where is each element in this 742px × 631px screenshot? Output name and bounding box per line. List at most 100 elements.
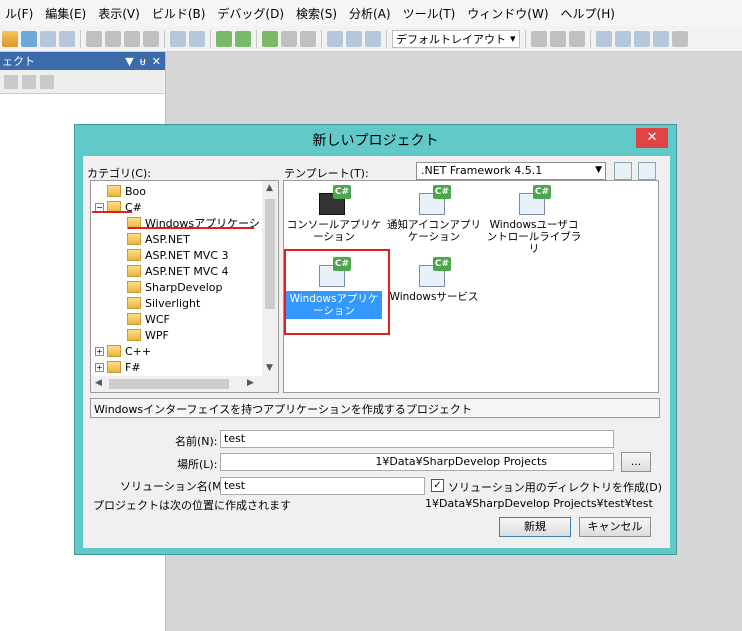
new-project-dialog: 新しいプロジェクト ✕ カテゴリ(C): テンプレート(T): .NET Fra… — [74, 124, 677, 555]
paste-icon[interactable] — [124, 30, 140, 47]
dialog-title: 新しいプロジェクト — [312, 133, 439, 149]
tree-item-silverlight[interactable]: Silverlight — [127, 295, 200, 311]
uncomment-icon[interactable] — [549, 30, 566, 47]
toolbar-separator — [80, 29, 81, 48]
expand-expander-icon[interactable]: + — [95, 346, 104, 356]
user-control-library-icon: C# — [519, 185, 551, 215]
bookmark-prev-icon[interactable] — [633, 30, 650, 47]
scroll-thumb[interactable] — [265, 199, 275, 309]
menu-search[interactable]: 検索(S) — [291, 5, 344, 22]
cancel-button[interactable]: キャンセル — [579, 517, 651, 537]
refresh-icon[interactable] — [22, 74, 36, 89]
toolbar-separator — [386, 29, 387, 48]
panel-toolbar — [0, 70, 165, 94]
template-console-application[interactable]: C# コンソールアプリケーション — [286, 185, 382, 243]
template-notify-icon-application[interactable]: C# 通知アイコンアプリケーション — [386, 185, 482, 243]
scroll-thumb[interactable] — [109, 379, 229, 389]
tree-item-label: C++ — [125, 344, 152, 358]
create-directory-checkbox[interactable]: ✓ — [431, 479, 444, 492]
template-description: Windowsインターフェイスを持つアプリケーションを作成するプロジェクト — [90, 398, 660, 418]
menu-build[interactable]: ビルド(B) — [147, 5, 213, 22]
large-icons-view-button[interactable] — [614, 162, 632, 180]
close-icon[interactable]: ✕ — [152, 55, 161, 68]
browse-button[interactable]: ... — [621, 452, 651, 472]
tree-item-aspnet-mvc4[interactable]: ASP.NET MVC 4 — [127, 263, 229, 279]
dialog-close-button[interactable]: ✕ — [636, 128, 668, 148]
tree-item-aspnet-mvc3[interactable]: ASP.NET MVC 3 — [127, 247, 229, 263]
solution-name-input[interactable]: test — [220, 477, 425, 495]
find-icon[interactable] — [671, 30, 688, 47]
framework-select-value: .NET Framework 4.5.1 — [421, 164, 543, 177]
new-button[interactable]: 新規 — [499, 517, 571, 537]
menu-tools[interactable]: ツール(T) — [398, 5, 463, 22]
menu-help[interactable]: ヘルプ(H) — [556, 5, 622, 22]
folder-icon — [127, 233, 141, 245]
pin-icon[interactable]: ᵾ — [140, 55, 146, 68]
toolbar-separator — [210, 29, 211, 48]
project-path-label: プロジェクトは次の位置に作成されます — [93, 499, 291, 512]
delete-icon[interactable] — [143, 30, 159, 47]
tree-item-label: WCF — [145, 312, 170, 326]
bookmark-next-icon[interactable] — [652, 30, 669, 47]
scroll-left-icon[interactable]: ◀ — [95, 378, 102, 388]
menu-file[interactable]: ル(F) — [0, 5, 40, 22]
new-file-icon[interactable] — [21, 30, 37, 47]
save-icon[interactable] — [40, 30, 56, 47]
menu-view[interactable]: 表示(V) — [93, 5, 147, 22]
redo-icon[interactable] — [189, 30, 205, 47]
scroll-down-icon[interactable]: ▼ — [266, 363, 273, 373]
undo-icon[interactable] — [170, 30, 186, 47]
menu-analyze[interactable]: 分析(A) — [344, 5, 398, 22]
menu-debug[interactable]: デバッグ(D) — [212, 5, 291, 22]
open-icon[interactable] — [2, 30, 18, 47]
run-icon[interactable] — [262, 30, 278, 47]
run-without-debug-icon[interactable] — [281, 30, 297, 47]
expand-expander-icon[interactable]: + — [95, 362, 104, 372]
tree-vertical-scrollbar[interactable]: ▲ ▼ — [262, 181, 278, 377]
collapse-icon[interactable] — [40, 74, 54, 89]
template-label: コンソールアプリケーション — [286, 219, 382, 243]
location-input[interactable]: 1¥Data¥SharpDevelop Projects — [220, 453, 614, 471]
name-input[interactable]: test — [220, 430, 614, 448]
tree-horizontal-scrollbar[interactable]: ◀ ▶ — [91, 376, 278, 392]
panel-dropdown-icon[interactable]: ▼ — [125, 55, 133, 68]
dialog-body: カテゴリ(C): テンプレート(T): .NET Framework 4.5.1… — [83, 156, 670, 548]
indent-icon[interactable] — [568, 30, 585, 47]
scroll-up-icon[interactable]: ▲ — [266, 183, 273, 193]
tree-item-aspnet[interactable]: ASP.NET — [127, 231, 190, 247]
tree-item-cpp[interactable]: + C++ — [95, 343, 151, 359]
tree-item-boo[interactable]: Boo — [107, 183, 146, 199]
bookmark-icon[interactable] — [614, 30, 631, 47]
tree-item-label: ASP.NET MVC 4 — [145, 264, 229, 278]
save-all-icon[interactable] — [59, 30, 75, 47]
tree-item-sharpdevelop[interactable]: SharpDevelop — [127, 279, 222, 295]
step-out-icon[interactable] — [365, 30, 381, 47]
scroll-right-icon[interactable]: ▶ — [247, 378, 254, 388]
chevron-down-icon: ▼ — [595, 165, 602, 175]
window-icon[interactable] — [595, 30, 612, 47]
template-user-control-library[interactable]: C# Windowsユーザコントロールライブラリ — [486, 185, 582, 255]
properties-icon[interactable] — [4, 74, 18, 89]
menu-window[interactable]: ウィンドウ(W) — [462, 5, 555, 22]
menu-edit[interactable]: 編集(E) — [40, 5, 93, 22]
folder-icon — [127, 297, 141, 309]
step-over-icon[interactable] — [327, 30, 343, 47]
build-icon[interactable] — [216, 30, 232, 47]
tree-item-label: Silverlight — [145, 296, 201, 310]
tree-item-wcf[interactable]: WCF — [127, 311, 170, 327]
category-label: カテゴリ(C): — [87, 167, 151, 180]
template-windows-service[interactable]: C# Windowsサービス — [386, 257, 482, 303]
stop-icon[interactable] — [300, 30, 316, 47]
tree-item-fsharp[interactable]: + F# — [95, 359, 141, 375]
rebuild-icon[interactable] — [235, 30, 251, 47]
comment-icon[interactable] — [530, 30, 547, 47]
cut-icon[interactable] — [86, 30, 102, 47]
tree-item-wpf[interactable]: WPF — [127, 327, 169, 343]
step-into-icon[interactable] — [346, 30, 362, 47]
toolbar-separator — [589, 29, 591, 48]
copy-icon[interactable] — [105, 30, 121, 47]
framework-select[interactable]: .NET Framework 4.5.1 ▼ — [416, 162, 606, 180]
layout-combo[interactable]: デフォルトレイアウト ▾ — [392, 29, 520, 48]
small-icons-view-button[interactable] — [638, 162, 656, 180]
folder-icon — [127, 313, 141, 325]
